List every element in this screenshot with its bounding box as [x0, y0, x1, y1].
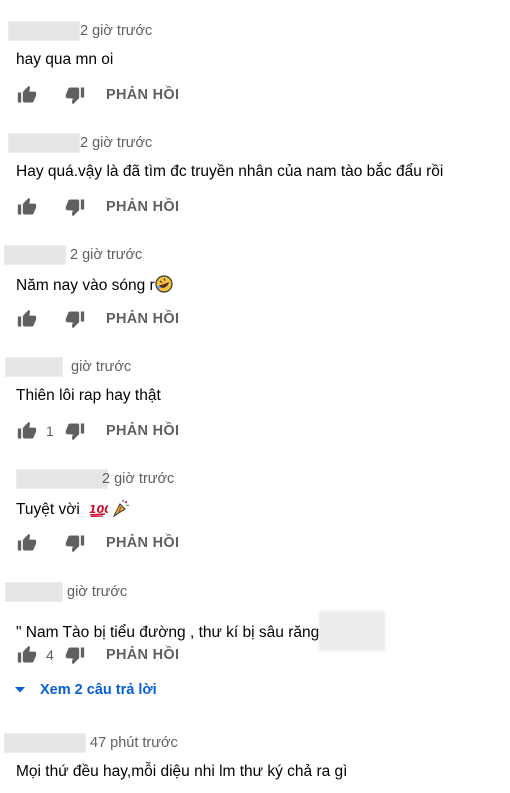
- timestamp[interactable]: 2 giờ trước: [70, 247, 142, 263]
- dislike-button[interactable]: [64, 532, 86, 554]
- reply-button[interactable]: PHẢN HỒI: [106, 87, 179, 103]
- comment-actions: PHẢN HỒI: [16, 84, 179, 106]
- dislike-button[interactable]: [64, 84, 86, 106]
- reply-button[interactable]: PHẢN HỒI: [106, 423, 179, 439]
- comment-header: 2 giờ trước: [0, 469, 174, 489]
- thumb-up-icon: [17, 533, 37, 553]
- comment-text: Hay quá.vậy là đã tìm đc truyền nhân của…: [16, 163, 444, 180]
- like-button[interactable]: [16, 420, 38, 442]
- author-name-redacted[interactable]: [5, 357, 63, 377]
- timestamp[interactable]: 2 giờ trước: [80, 23, 152, 39]
- author-name-redacted[interactable]: [8, 133, 80, 153]
- comment-header: 2 giờ trước: [0, 21, 152, 41]
- reply-button[interactable]: PHẢN HỒI: [106, 647, 179, 663]
- author-name-redacted[interactable]: [4, 733, 86, 753]
- like-count: 1: [46, 423, 54, 439]
- reply-button[interactable]: PHẢN HỒI: [106, 535, 179, 551]
- comment-text-body: Tuyệt vời: [16, 501, 80, 518]
- author-name-redacted[interactable]: [16, 469, 108, 489]
- author-name-redacted[interactable]: [8, 21, 80, 41]
- like-button[interactable]: [16, 644, 38, 666]
- comment-header: giờ trước: [0, 357, 131, 377]
- comment-actions: 4 PHẢN HỒI: [16, 644, 179, 666]
- comment-text-body: Năm nay vào sóng r: [16, 277, 155, 294]
- comment-actions: 1 PHẢN HỒI: [16, 420, 179, 442]
- party-popper-emoji: [112, 499, 130, 522]
- thumb-up-icon: [17, 197, 37, 217]
- comment-text: Mọi thứ đều hay,mỗi diệu nhi lm thư ký c…: [16, 763, 348, 780]
- hundred-points-emoji: 100: [88, 501, 112, 522]
- rolling-laughing-emoji: [155, 275, 173, 298]
- dislike-button[interactable]: [64, 420, 86, 442]
- author-name-redacted[interactable]: [4, 245, 66, 265]
- like-button[interactable]: [16, 308, 38, 330]
- comment-text: Thiên lôi rap hay thật: [16, 387, 161, 404]
- like-button[interactable]: [16, 84, 38, 106]
- thumb-up-icon: [17, 421, 37, 441]
- thumb-down-icon: [65, 421, 85, 441]
- caret-down-icon: [15, 687, 25, 693]
- thumb-down-icon: [65, 85, 85, 105]
- thumb-up-icon: [17, 85, 37, 105]
- comment-actions: PHẢN HỒI: [16, 308, 179, 330]
- comment-text: Tuyệt vời 100: [16, 499, 130, 522]
- comment-header: 2 giờ trước: [0, 245, 142, 265]
- like-button[interactable]: [16, 532, 38, 554]
- dislike-button[interactable]: [64, 644, 86, 666]
- thumb-up-icon: [17, 309, 37, 329]
- thumb-up-icon: [17, 645, 37, 665]
- dislike-button[interactable]: [64, 308, 86, 330]
- author-name-redacted[interactable]: [5, 582, 63, 602]
- comment-text: hay qua mn oi: [16, 51, 114, 68]
- comment-text-body: " Nam Tào bị tiểu đường , thư kí bị sâu …: [16, 624, 320, 641]
- thumb-down-icon: [65, 197, 85, 217]
- reply-button[interactable]: PHẢN HỒI: [106, 199, 179, 215]
- timestamp[interactable]: 2 giờ trước: [102, 471, 174, 487]
- timestamp[interactable]: 47 phút trước: [90, 735, 178, 751]
- reply-button[interactable]: PHẢN HỒI: [106, 311, 179, 327]
- redacted-text: [319, 611, 386, 651]
- view-replies-button[interactable]: Xem 2 câu trả lời: [14, 680, 157, 700]
- timestamp[interactable]: giờ trước: [71, 359, 131, 375]
- comment-actions: PHẢN HỒI: [16, 196, 179, 218]
- dislike-button[interactable]: [64, 196, 86, 218]
- thumb-down-icon: [65, 533, 85, 553]
- like-button[interactable]: [16, 196, 38, 218]
- comment-header: giờ trước: [0, 582, 127, 602]
- view-replies-label: Xem 2 câu trả lời: [40, 682, 157, 698]
- like-count: 4: [46, 647, 54, 663]
- timestamp[interactable]: giờ trước: [67, 584, 127, 600]
- thumb-down-icon: [65, 645, 85, 665]
- comment-actions: PHẢN HỒI: [16, 532, 179, 554]
- comment-header: 2 giờ trước: [0, 133, 152, 153]
- timestamp[interactable]: 2 giờ trước: [80, 135, 152, 151]
- comment-header: 47 phút trước: [0, 733, 178, 753]
- comment-text: Năm nay vào sóng r: [16, 275, 173, 298]
- thumb-down-icon: [65, 309, 85, 329]
